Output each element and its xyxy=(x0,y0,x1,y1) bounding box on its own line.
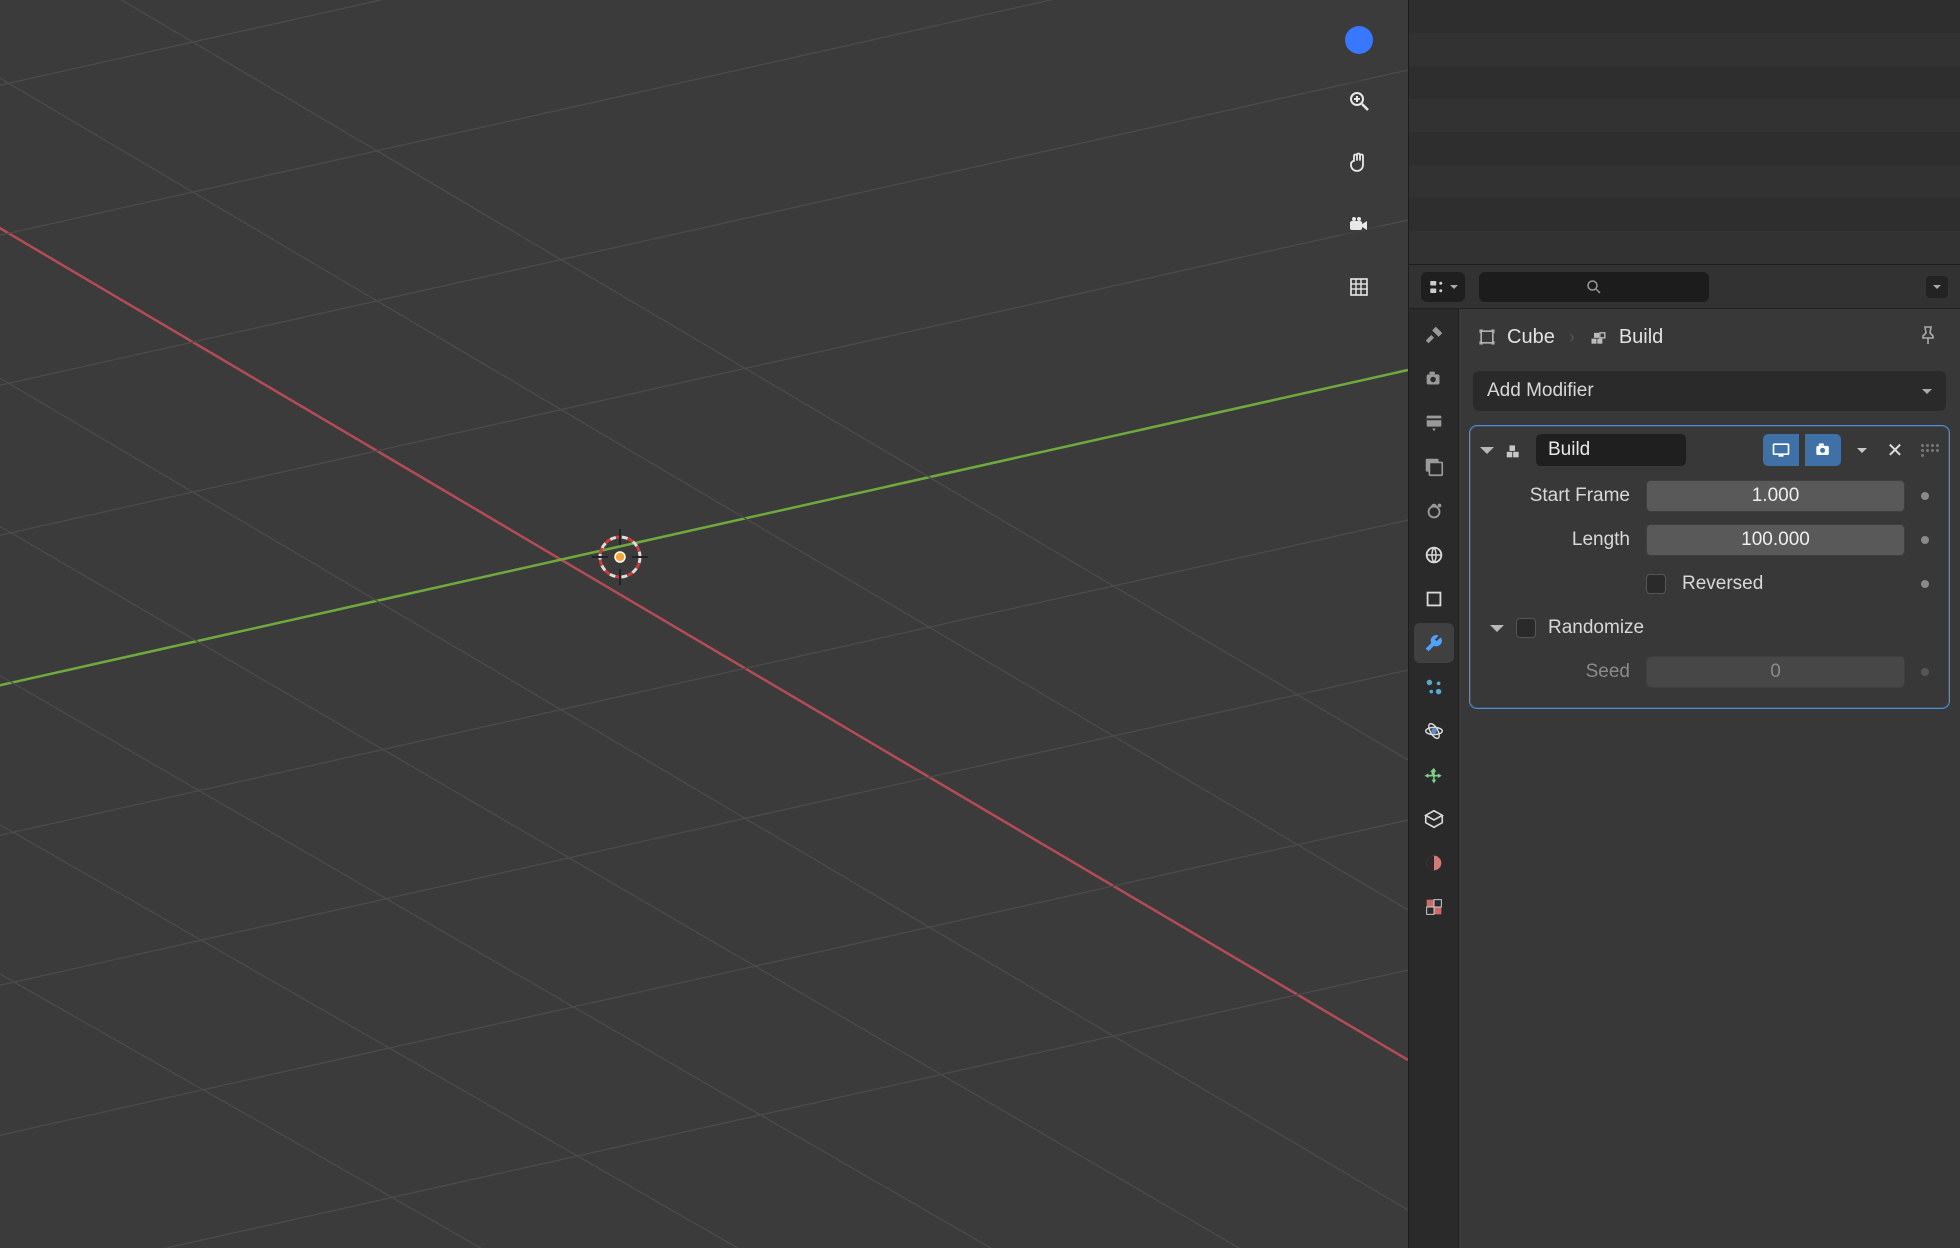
pin-toggle[interactable] xyxy=(1916,324,1942,350)
tab-physics[interactable] xyxy=(1414,711,1454,751)
start-frame-label: Start Frame xyxy=(1490,485,1630,507)
randomize-collapse-toggle[interactable] xyxy=(1490,625,1504,639)
axis-gizmo-z[interactable] xyxy=(1345,26,1373,54)
properties-search[interactable] xyxy=(1479,272,1709,302)
build-modifier-icon xyxy=(1589,327,1609,347)
start-frame-animate[interactable] xyxy=(1921,492,1929,500)
properties-tab-strip xyxy=(1409,309,1459,1248)
viewport-grid xyxy=(0,0,1408,1248)
tab-tool[interactable] xyxy=(1414,315,1454,355)
tab-viewlayer[interactable] xyxy=(1414,447,1454,487)
viewport-3d[interactable] xyxy=(0,0,1408,1248)
perspective-toggle-icon[interactable] xyxy=(1338,266,1380,308)
seed-label: Seed xyxy=(1490,661,1630,683)
tab-object[interactable] xyxy=(1414,579,1454,619)
reversed-label: Reversed xyxy=(1682,573,1763,595)
build-modifier-icon xyxy=(1504,439,1526,461)
start-frame-field[interactable]: 1.000 xyxy=(1646,480,1905,512)
length-field[interactable]: 100.000 xyxy=(1646,524,1905,556)
properties-header xyxy=(1409,265,1960,309)
tab-texture[interactable] xyxy=(1414,887,1454,927)
randomize-label: Randomize xyxy=(1548,617,1644,639)
outliner-area[interactable] xyxy=(1409,0,1960,265)
pan-icon[interactable] xyxy=(1338,142,1380,184)
properties-options-menu[interactable] xyxy=(1926,276,1948,298)
breadcrumb-object-label: Cube xyxy=(1507,326,1555,349)
camera-view-icon[interactable] xyxy=(1338,204,1380,246)
add-modifier-dropdown[interactable]: Add Modifier xyxy=(1473,371,1946,411)
zoom-icon[interactable] xyxy=(1338,80,1380,122)
tab-scene[interactable] xyxy=(1414,491,1454,531)
add-modifier-label: Add Modifier xyxy=(1487,380,1594,402)
modifier-name-field[interactable]: Build xyxy=(1536,434,1686,466)
randomize-checkbox[interactable] xyxy=(1516,618,1536,638)
tab-material[interactable] xyxy=(1414,843,1454,883)
breadcrumb-modifier[interactable]: Build xyxy=(1589,326,1663,349)
length-animate[interactable] xyxy=(1921,536,1929,544)
modifier-remove[interactable]: ✕ xyxy=(1883,438,1907,462)
tab-render[interactable] xyxy=(1414,359,1454,399)
display-render-toggle[interactable] xyxy=(1805,434,1841,466)
breadcrumb-modifier-label: Build xyxy=(1619,326,1663,349)
breadcrumb: Cube › Build xyxy=(1459,309,1960,365)
breadcrumb-separator: › xyxy=(1569,327,1575,348)
tab-modifiers[interactable] xyxy=(1414,623,1454,663)
display-realtime-toggle[interactable] xyxy=(1763,434,1799,466)
modifier-menu[interactable] xyxy=(1851,439,1873,461)
breadcrumb-object[interactable]: Cube xyxy=(1477,326,1555,349)
tab-output[interactable] xyxy=(1414,403,1454,443)
object-icon xyxy=(1477,327,1497,347)
editor-type-selector[interactable] xyxy=(1421,272,1465,302)
tab-world[interactable] xyxy=(1414,535,1454,575)
seed-field: 0 xyxy=(1646,656,1905,688)
reversed-animate[interactable] xyxy=(1921,580,1929,588)
tab-object-data[interactable] xyxy=(1414,799,1454,839)
modifier-collapse-toggle[interactable] xyxy=(1480,447,1494,461)
modifier-drag-handle[interactable] xyxy=(1921,444,1939,457)
seed-animate xyxy=(1921,668,1929,676)
tab-constraints[interactable] xyxy=(1414,755,1454,795)
modifier-panel-build: Build ✕ Start Frame xyxy=(1469,425,1950,709)
tab-particles[interactable] xyxy=(1414,667,1454,707)
reversed-checkbox[interactable] xyxy=(1646,574,1666,594)
length-label: Length xyxy=(1490,529,1630,551)
